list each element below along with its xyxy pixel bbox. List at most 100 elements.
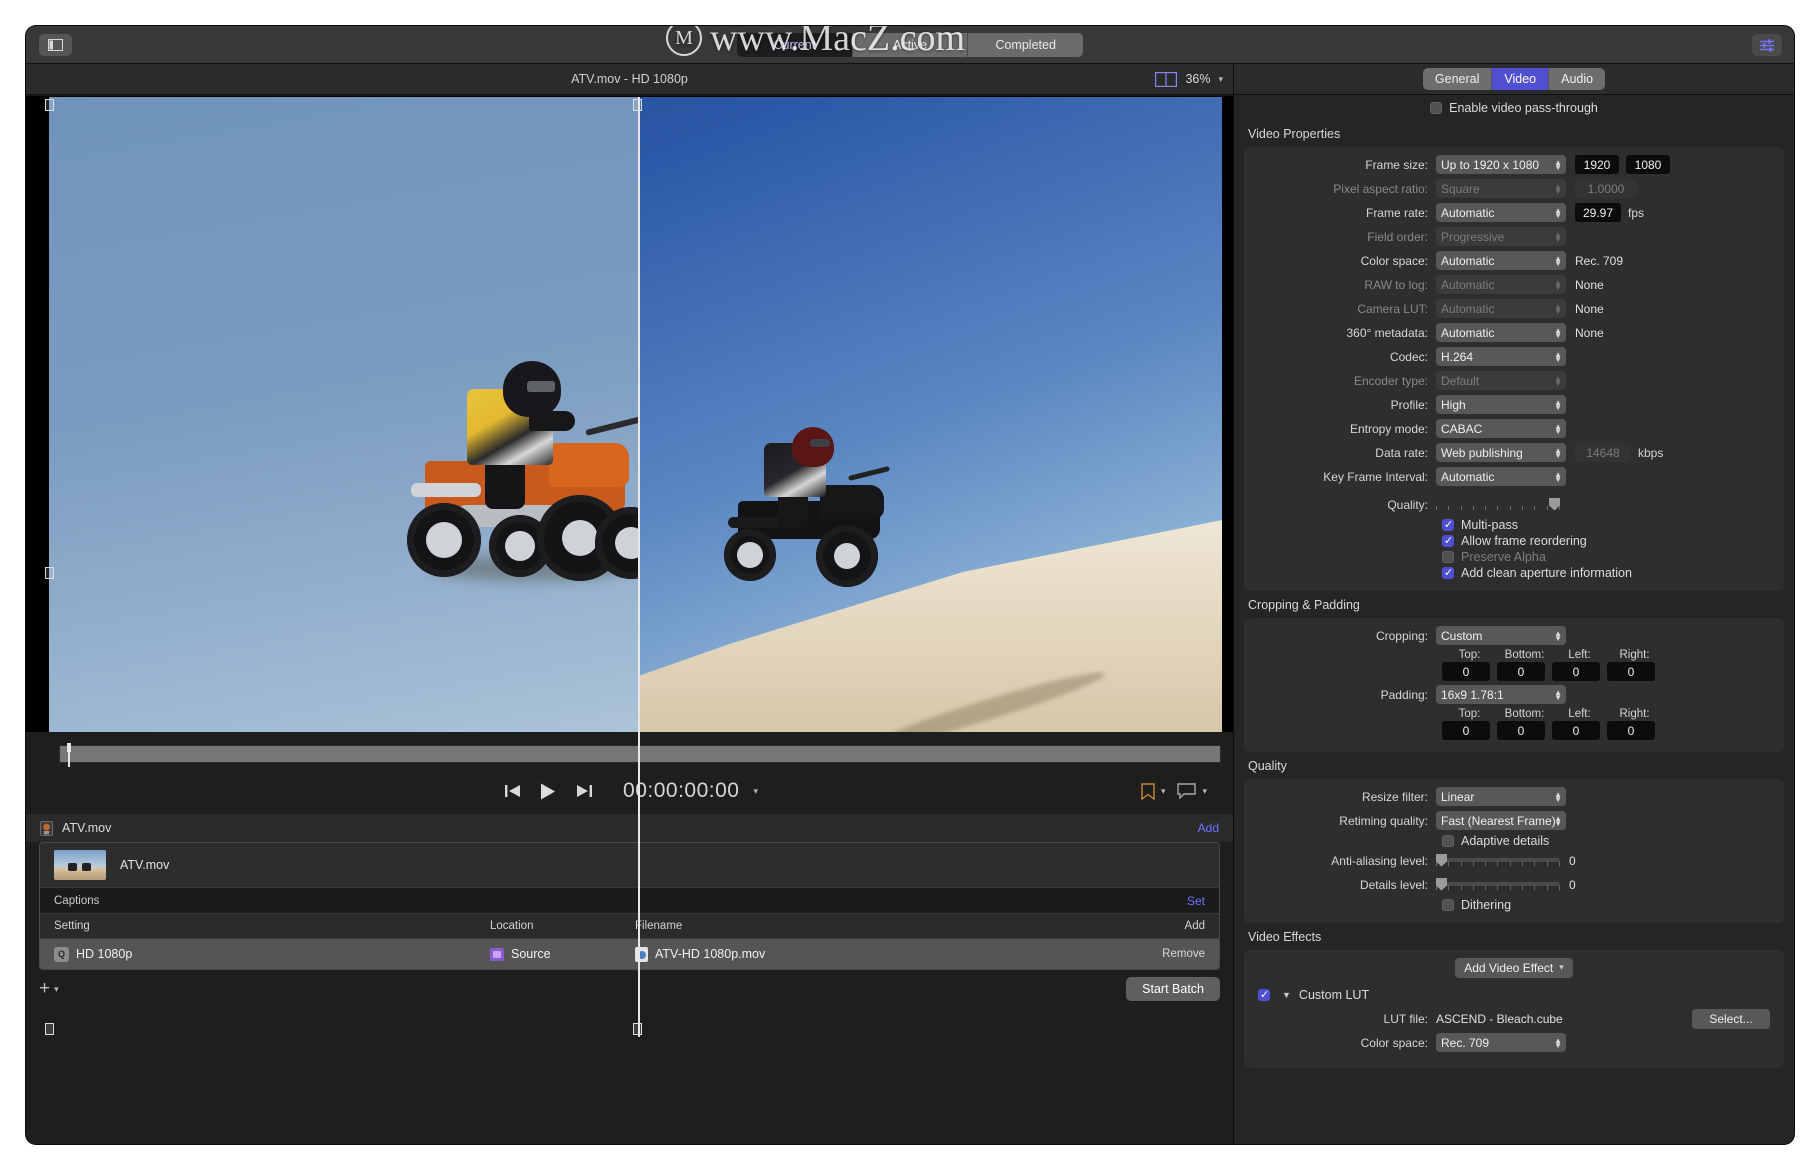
- segment-current[interactable]: Current: [737, 32, 853, 57]
- job-add-link[interactable]: Add: [1198, 821, 1219, 835]
- add-video-effect-button[interactable]: Add Video Effect ▾: [1455, 957, 1573, 978]
- codec-select[interactable]: H.264 ▲ ▼: [1436, 347, 1566, 366]
- dithering-checkbox[interactable]: [1442, 899, 1454, 911]
- inspector-toggle-button[interactable]: [1752, 34, 1782, 56]
- field-field-order: Field order: Progressive ▲ ▼: [1244, 226, 1784, 247]
- adaptive-details-checkbox[interactable]: [1442, 835, 1454, 847]
- crop-left-input[interactable]: 0: [1552, 662, 1600, 681]
- skip-to-start-button[interactable]: [501, 781, 523, 801]
- marker-control[interactable]: ▾: [1141, 782, 1166, 800]
- segment-active[interactable]: Active: [853, 32, 969, 57]
- playhead-icon[interactable]: [64, 743, 74, 767]
- checkbox-dithering[interactable]: Dithering: [1442, 898, 1784, 912]
- label-frame-size: Frame size:: [1365, 157, 1428, 172]
- play-button[interactable]: [537, 781, 559, 801]
- preview-header: ATV.mov - HD 1080p 36% ▾: [26, 64, 1233, 95]
- cropping-padding-panel: Cropping: Custom ▲ ▼ Top: Bottom: Left: Ri…: [1244, 618, 1784, 752]
- checkbox-allow-frame-reordering[interactable]: Allow frame reordering: [1442, 534, 1784, 548]
- frame-height-input[interactable]: 1080: [1626, 155, 1670, 174]
- add-job-chevron-down-icon[interactable]: ▾: [54, 984, 59, 995]
- table-row[interactable]: Q HD 1080p Source ATV-HD 1080p.mov Remov…: [40, 939, 1219, 969]
- sidebar-toggle-button[interactable]: [39, 33, 72, 56]
- quality-section-title: Quality: [1248, 759, 1287, 773]
- retiming-quality-select[interactable]: Fast (Nearest Frame) ▲ ▼: [1436, 811, 1566, 830]
- label-antialiasing-level: Anti-aliasing level:: [1331, 853, 1428, 868]
- data-rate-select[interactable]: Web publishing ▲ ▼: [1436, 443, 1566, 462]
- crop-handle-top-center[interactable]: [632, 99, 642, 111]
- custom-lut-checkbox[interactable]: [1258, 988, 1270, 1001]
- add-job-button[interactable]: + ▾: [39, 978, 59, 1000]
- timeline-scrubber[interactable]: [59, 743, 1221, 767]
- pass-through-checkbox[interactable]: [1430, 102, 1443, 114]
- job-source-row[interactable]: ATV.mov: [40, 843, 1219, 887]
- split-divider[interactable]: [637, 97, 640, 1037]
- label-key-frame-interval: Key Frame Interval:: [1323, 469, 1428, 484]
- tab-audio[interactable]: Audio: [1549, 68, 1605, 90]
- caption-chevron-down-icon[interactable]: ▾: [1202, 786, 1207, 797]
- output-add-link[interactable]: Add: [1123, 920, 1219, 932]
- padding-right-input[interactable]: 0: [1607, 721, 1655, 740]
- padding-bottom-input[interactable]: 0: [1497, 721, 1545, 740]
- timecode-display[interactable]: 00:00:00:00: [623, 779, 739, 803]
- remove-output-button[interactable]: Remove: [1123, 948, 1219, 960]
- triangle-down-icon[interactable]: ▼: [1282, 990, 1291, 1000]
- crop-handle-bottom-center[interactable]: [632, 1023, 642, 1035]
- frame-size-select[interactable]: Up to 1920 x 1080 ▲ ▼: [1436, 155, 1566, 174]
- key-frame-interval-select[interactable]: Automatic ▲ ▼: [1436, 467, 1566, 486]
- tab-video[interactable]: Video: [1492, 68, 1550, 90]
- color-space-select[interactable]: Automatic ▲ ▼: [1436, 251, 1566, 270]
- inspector-pane: General Video Audio Enable video pass-th…: [1234, 64, 1794, 1144]
- captions-set-link[interactable]: Set: [1187, 894, 1205, 908]
- quality-slider[interactable]: [1436, 497, 1560, 512]
- segment-completed[interactable]: Completed: [968, 33, 1083, 57]
- crop-handle-mid-left[interactable]: [45, 567, 54, 579]
- profile-select[interactable]: High ▲ ▼: [1436, 395, 1566, 414]
- tab-general[interactable]: General: [1423, 68, 1493, 90]
- checkbox-adaptive-details[interactable]: Adaptive details: [1442, 834, 1784, 848]
- padding-left-input[interactable]: 0: [1552, 721, 1600, 740]
- skip-to-end-button[interactable]: [573, 781, 595, 801]
- chevron-down-icon[interactable]: ▾: [1218, 74, 1223, 85]
- details-level-slider[interactable]: [1436, 877, 1560, 892]
- column-location: Location: [490, 920, 534, 932]
- select-lut-button[interactable]: Select...: [1692, 1008, 1770, 1029]
- resize-filter-select[interactable]: Linear ▲ ▼: [1436, 787, 1566, 806]
- start-batch-button[interactable]: Start Batch: [1126, 977, 1220, 1001]
- crop-right-input[interactable]: 0: [1607, 662, 1655, 681]
- marker-chevron-down-icon[interactable]: ▾: [1161, 786, 1166, 797]
- multi-pass-checkbox[interactable]: [1442, 518, 1454, 531]
- caption-control[interactable]: ▾: [1177, 783, 1207, 799]
- zoom-level[interactable]: 36%: [1185, 72, 1210, 86]
- crop-handle-top-left[interactable]: [45, 99, 54, 111]
- timecode-chevron-down-icon[interactable]: ▾: [753, 786, 758, 797]
- metadata-360-select[interactable]: Automatic ▲ ▼: [1436, 323, 1566, 342]
- field-resize-filter: Resize filter: Linear ▲ ▼: [1244, 786, 1784, 807]
- batch-scope-segmented-control[interactable]: Current Active Completed: [737, 32, 1083, 57]
- frame-rate-input[interactable]: 29.97: [1575, 203, 1621, 222]
- cropping-select[interactable]: Custom ▲ ▼: [1436, 626, 1566, 645]
- field-details-level: Details level: 0: [1244, 874, 1784, 895]
- padding-select[interactable]: 16x9 1.78:1 ▲ ▼: [1436, 685, 1566, 704]
- lut-color-space-select[interactable]: Rec. 709 ▲ ▼: [1436, 1033, 1566, 1052]
- frame-rate-select[interactable]: Automatic ▲ ▼: [1436, 203, 1566, 222]
- checkbox-add-clean-aperture[interactable]: Add clean aperture information: [1442, 566, 1784, 580]
- antialiasing-slider[interactable]: [1436, 853, 1560, 868]
- custom-lut-header[interactable]: ▼ Custom LUT: [1244, 984, 1784, 1005]
- crop-bottom-input[interactable]: 0: [1497, 662, 1545, 681]
- source-thumbnail: [54, 850, 106, 880]
- compressor-window: Current Active Completed ATV.mov - HD 10…: [26, 26, 1794, 1144]
- add-clean-aperture-checkbox[interactable]: [1442, 566, 1454, 579]
- camera-lut-detected: None: [1575, 301, 1604, 316]
- pass-through-row[interactable]: Enable video pass-through: [1234, 96, 1794, 120]
- inspector-tabs[interactable]: General Video Audio: [1422, 68, 1606, 90]
- crop-handle-bottom-left[interactable]: [45, 1023, 54, 1035]
- checkbox-multi-pass[interactable]: Multi-pass: [1442, 518, 1784, 532]
- quality-panel: Resize filter: Linear ▲ ▼ Retiming quality…: [1244, 779, 1784, 923]
- frame-width-input[interactable]: 1920: [1575, 155, 1619, 174]
- padding-top-input[interactable]: 0: [1442, 721, 1490, 740]
- add-effect-row: Add Video Effect ▾: [1244, 957, 1784, 978]
- allow-frame-reordering-checkbox[interactable]: [1442, 534, 1454, 547]
- entropy-mode-select[interactable]: CABAC ▲ ▼: [1436, 419, 1566, 438]
- crop-top-input[interactable]: 0: [1442, 662, 1490, 681]
- split-view-icon[interactable]: [1155, 71, 1178, 87]
